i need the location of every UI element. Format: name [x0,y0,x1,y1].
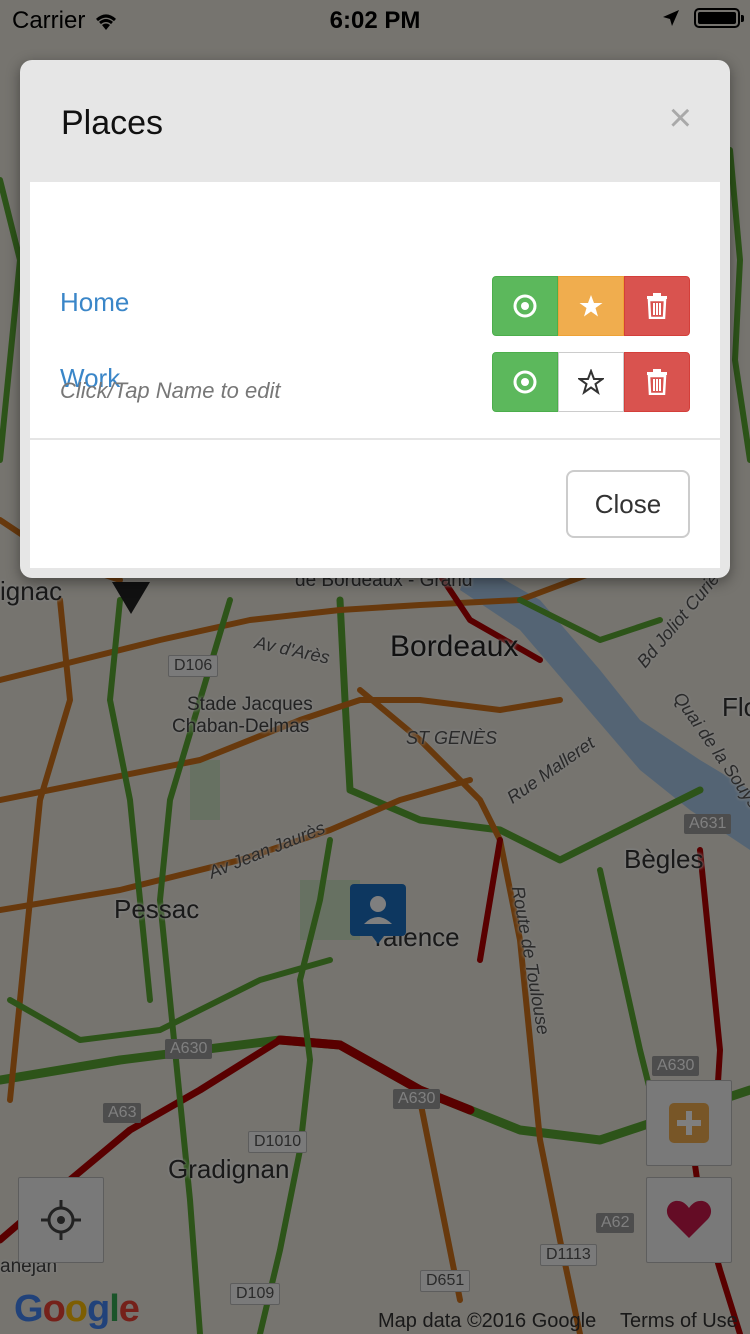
status-bar: Carrier 6:02 PM [0,0,750,40]
goto-place-button[interactable] [492,276,558,336]
edit-hint: Click/Tap Name to edit [60,378,281,403]
target-icon [513,370,537,394]
modal-header: Places × [20,60,730,182]
trash-icon [647,293,667,319]
status-time: 6:02 PM [329,7,421,34]
modal-body: Home Work Click/Tap Name to edit Close [30,182,720,568]
star-icon [579,295,603,317]
goto-place-button[interactable] [492,352,558,412]
trash-icon [647,369,667,395]
close-button[interactable]: Close [566,470,690,538]
modal-divider [30,438,720,440]
place-name-home[interactable]: Home [60,287,129,318]
place-actions-work [492,352,690,412]
places-modal: Places × Home Work Click/Tap Name to edi… [20,60,730,578]
app-screen: Bordeaux de Bordeaux - Grand ignac Stade… [0,0,750,1334]
place-row-home: Home [30,276,720,337]
favorite-place-button[interactable] [558,276,624,336]
star-outline-icon [578,369,604,395]
favorite-place-button[interactable] [558,352,624,412]
close-icon[interactable]: × [669,98,692,138]
modal-title: Places [61,104,164,142]
battery-icon [694,8,744,28]
delete-place-button[interactable] [624,352,690,412]
target-icon [513,294,537,318]
delete-place-button[interactable] [624,276,690,336]
place-actions-home [492,276,690,336]
location-arrow-icon [663,10,679,26]
